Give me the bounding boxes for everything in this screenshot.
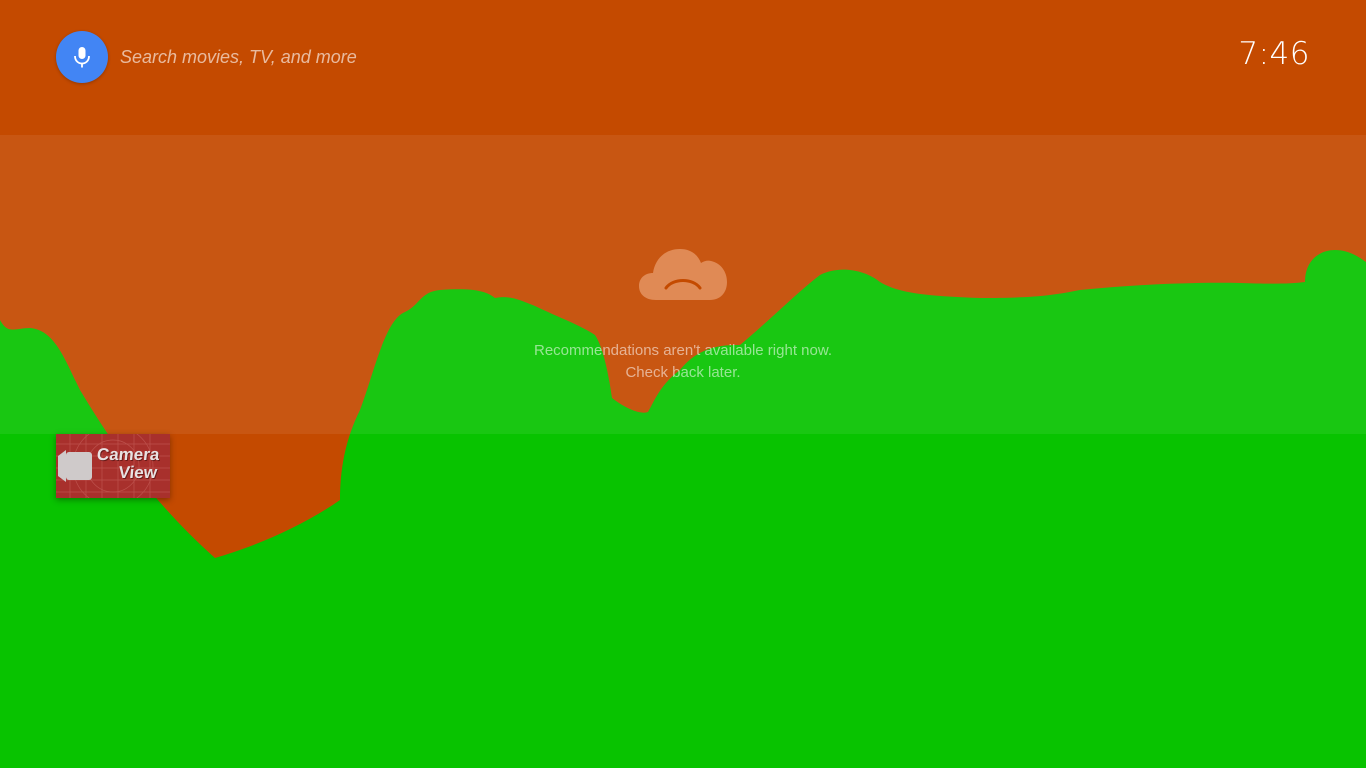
voice-search-button[interactable] <box>56 31 108 83</box>
recommendations-message: Recommendations aren't available right n… <box>533 342 833 359</box>
recommendations-hint: Check back later. <box>625 364 741 381</box>
search-bar[interactable]: Search movies, TV, and more <box>56 31 357 83</box>
sad-cloud-icon <box>639 249 727 300</box>
search-input[interactable]: Search movies, TV, and more <box>120 47 357 68</box>
recommendations-empty-state: Recommendations aren't available right n… <box>483 244 883 384</box>
app-tile-label-line2: View <box>117 463 158 482</box>
app-tile-label-line1: Camera <box>96 445 161 464</box>
app-tile-camera-view[interactable]: Camera View <box>56 434 170 498</box>
video-camera-icon <box>58 450 92 482</box>
clock: 7:46 <box>1238 36 1310 72</box>
app-tile-label: Camera View <box>94 445 161 482</box>
microphone-icon <box>74 47 90 68</box>
